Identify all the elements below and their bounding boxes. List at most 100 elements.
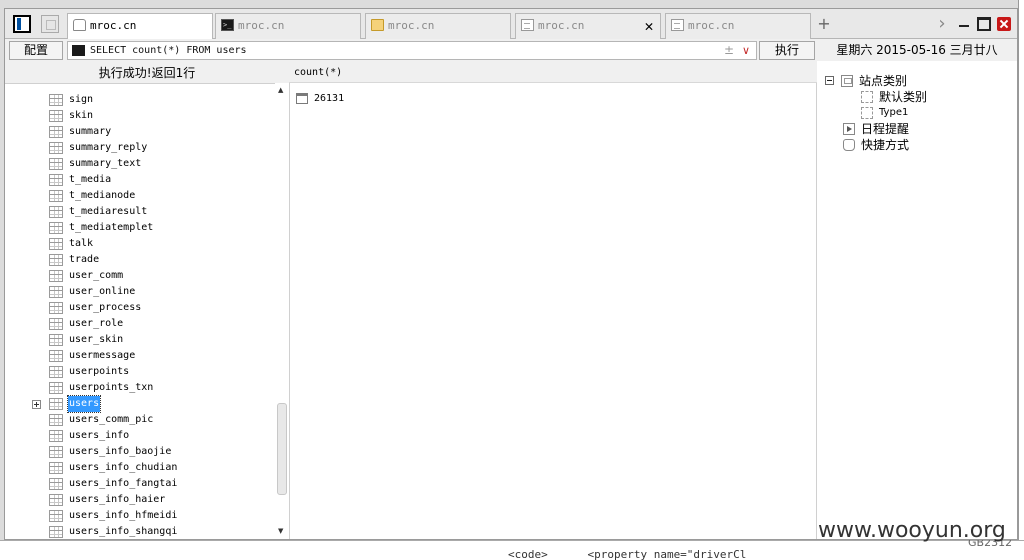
tab-bar: mroc.cn mroc.cn mroc.cn mroc.cn ✕ mroc.c… [5,9,1017,40]
table-name[interactable]: users_info_chudian [68,460,178,476]
column-header[interactable]: count(*) [289,63,817,83]
results-panel: 26131 [289,83,817,539]
table-name[interactable]: user_process [68,300,142,316]
table-row[interactable]: talk [5,236,275,252]
add-tab-button[interactable]: + [817,14,831,34]
table-name[interactable]: userpoints_txn [68,380,154,396]
table-name[interactable]: usermessage [68,348,136,364]
tree-item-reminders[interactable]: 日程提醒 [817,121,1017,137]
table-row[interactable]: users_info_baojie [5,444,275,460]
tab-1[interactable]: mroc.cn [67,13,213,40]
tree-item-site-category[interactable]: 站点类别 [817,73,1017,89]
table-row[interactable]: users_info_shangqi [5,524,275,539]
tab-5[interactable]: mroc.cn [665,13,811,39]
table-row[interactable]: usermessage [5,348,275,364]
table-name[interactable]: summary_text [68,156,142,172]
maximize-icon[interactable] [977,17,991,31]
table-name[interactable]: user_role [68,316,124,332]
table-icon [49,446,63,458]
table-name[interactable]: skin [68,108,94,124]
table-row[interactable]: summary [5,124,275,140]
next-tab-icon[interactable]: › [935,13,949,35]
plus-minus-icon[interactable]: ± [724,42,734,59]
table-row[interactable]: user_role [5,316,275,332]
table-row[interactable]: user_process [5,300,275,316]
table-name[interactable]: user_online [68,284,136,300]
table-name[interactable]: users_comm_pic [68,412,154,428]
tree-item-shortcuts[interactable]: 快捷方式 [817,137,1017,153]
table-row[interactable]: sign [5,92,275,108]
table-name[interactable]: users_info [68,428,130,444]
tab-title: mroc.cn [688,19,735,32]
table-name[interactable]: user_comm [68,268,124,284]
table-row[interactable]: users_info [5,428,275,444]
table-name[interactable]: users [66,395,102,413]
table-name[interactable]: t_media [68,172,112,188]
table-row[interactable]: users [5,395,275,413]
table-icon [49,110,63,122]
table-name[interactable]: users_info_baojie [68,444,172,460]
table-row[interactable]: user_online [5,284,275,300]
table-name[interactable]: users_info_fangtai [68,476,178,492]
table-name[interactable]: t_mediatemplet [68,220,154,236]
table-name[interactable]: users_info_haier [68,492,166,508]
table-row[interactable]: users_info_fangtai [5,476,275,492]
table-name[interactable]: userpoints [68,364,130,380]
scrollbar-thumb[interactable] [277,403,287,495]
table-row[interactable]: t_media [5,172,275,188]
table-name[interactable]: summary [68,124,112,140]
table-row[interactable]: t_mediatemplet [5,220,275,236]
app-window: mroc.cn mroc.cn mroc.cn mroc.cn ✕ mroc.c… [4,8,1018,540]
close-window-icon[interactable] [997,17,1011,31]
table-list[interactable]: sign skin summary summary_reply summary_text… [5,83,289,539]
table-name[interactable]: user_skin [68,332,124,348]
table-row[interactable]: users_info_haier [5,492,275,508]
table-icon [49,382,63,394]
table-name[interactable]: users_info_shangqi [68,524,178,539]
table-icon [49,462,63,474]
tree-item-default[interactable]: 默认类别 [817,89,1017,105]
sidebar-toggle-icon[interactable] [13,15,31,33]
table-name[interactable]: t_medianode [68,188,136,204]
close-tab-icon[interactable]: ✕ [642,14,656,38]
scrollbar[interactable]: ▲ ▼ [275,83,289,539]
chevron-down-icon[interactable]: ∨ [742,42,750,59]
config-button[interactable]: 配置 [9,41,63,60]
table-icon [49,398,63,410]
table-row[interactable]: t_mediaresult [5,204,275,220]
table-row[interactable]: trade [5,252,275,268]
new-window-icon[interactable] [41,15,59,33]
table-row[interactable]: skin [5,108,275,124]
scroll-down-icon[interactable]: ▼ [278,527,283,535]
collapse-icon[interactable] [825,76,834,85]
table-name[interactable]: trade [68,252,100,268]
table-row[interactable]: user_comm [5,268,275,284]
table-row[interactable]: users_info_chudian [5,460,275,476]
table-name[interactable]: summary_reply [68,140,148,156]
tab-2[interactable]: mroc.cn [215,13,361,39]
expand-icon[interactable] [32,400,41,409]
table-row[interactable]: t_medianode [5,188,275,204]
table-row[interactable]: users_comm_pic [5,412,275,428]
tab-3[interactable]: mroc.cn [365,13,511,39]
scroll-up-icon[interactable]: ▲ [278,86,283,94]
table-row[interactable]: users_info_hfmeidi [5,508,275,524]
table-name[interactable]: sign [68,92,94,108]
table-row[interactable]: userpoints_txn [5,380,275,396]
tab-4[interactable]: mroc.cn ✕ [515,13,661,39]
table-icon [49,334,63,346]
table-name[interactable]: talk [68,236,94,252]
table-icon [49,254,63,266]
table-row[interactable]: summary_text [5,156,275,172]
table-row[interactable]: userpoints [5,364,275,380]
query-text[interactable]: SELECT count(*) FROM users [90,43,247,59]
minimize-icon[interactable] [957,17,971,31]
execute-button[interactable]: 执行 [759,41,815,60]
table-row[interactable]: user_skin [5,332,275,348]
result-value[interactable]: 26131 [314,91,344,107]
query-input[interactable]: SELECT count(*) FROM users ± ∨ [67,41,757,60]
tree-item-type1[interactable]: Type1 [817,105,1017,121]
table-row[interactable]: summary_reply [5,140,275,156]
table-name[interactable]: t_mediaresult [68,204,148,220]
table-name[interactable]: users_info_hfmeidi [68,508,178,524]
